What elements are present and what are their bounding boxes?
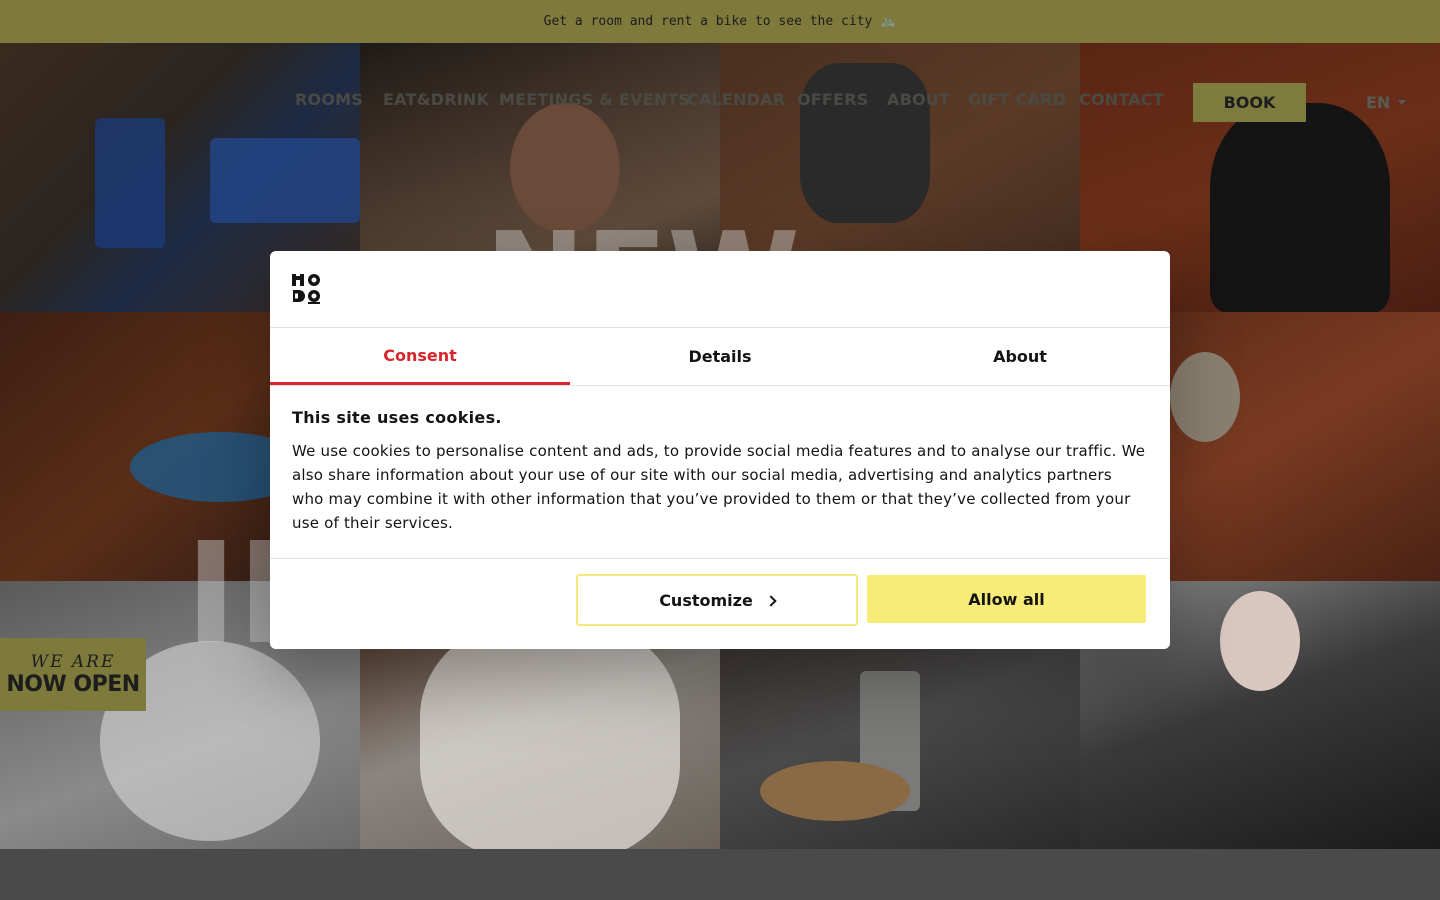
dialog-tabs: Consent Details About — [270, 328, 1170, 386]
dialog-body: This site uses cookies. We use cookies t… — [270, 386, 1170, 558]
nav-calendar[interactable]: CALENDAR — [687, 90, 785, 109]
page-bottom-area — [0, 849, 1440, 900]
chevron-down-icon — [1398, 100, 1407, 105]
announcement-bar: Get a room and rent a bike to see the ci… — [0, 0, 1440, 43]
tab-details[interactable]: Details — [570, 328, 870, 385]
language-label: EN — [1366, 93, 1391, 112]
chevron-right-icon — [765, 595, 777, 607]
customize-button[interactable]: Customize — [576, 574, 858, 626]
dialog-footer: Customize Allow all — [270, 558, 1170, 649]
cookie-consent-dialog: Consent Details About This site uses coo… — [270, 251, 1170, 649]
main-navigation: ROOMS EAT&DRINK MEETINGS & EVENTS CALEND… — [0, 43, 1440, 161]
dialog-header — [270, 251, 1170, 328]
nav-contact[interactable]: CONTACT — [1079, 90, 1164, 109]
tab-about[interactable]: About — [870, 328, 1170, 385]
badge-line1: WE ARE — [30, 652, 116, 672]
nobo-logo-icon — [292, 274, 320, 304]
nav-gift-card[interactable]: GIFT CARD — [968, 90, 1066, 109]
badge-line2: NOW OPEN — [6, 672, 140, 697]
nav-eat-drink[interactable]: EAT&DRINK — [383, 90, 489, 109]
tab-consent[interactable]: Consent — [270, 328, 570, 385]
cookie-description: We use cookies to personalise content an… — [292, 442, 1146, 532]
book-button[interactable]: BOOK — [1193, 83, 1306, 122]
now-open-badge: WE ARE NOW OPEN — [0, 638, 146, 711]
nav-rooms[interactable]: ROOMS — [295, 90, 363, 109]
announcement-text: Get a room and rent a bike to see the ci… — [543, 14, 897, 29]
nav-meetings-events[interactable]: MEETINGS & EVENTS — [499, 90, 690, 109]
customize-label: Customize — [659, 590, 753, 610]
allow-all-button[interactable]: Allow all — [867, 575, 1146, 623]
nav-offers[interactable]: OFFERS — [797, 90, 868, 109]
cookie-heading: This site uses cookies. — [292, 408, 502, 427]
language-selector[interactable]: EN — [1366, 93, 1407, 112]
nav-about[interactable]: ABOUT — [887, 90, 950, 109]
